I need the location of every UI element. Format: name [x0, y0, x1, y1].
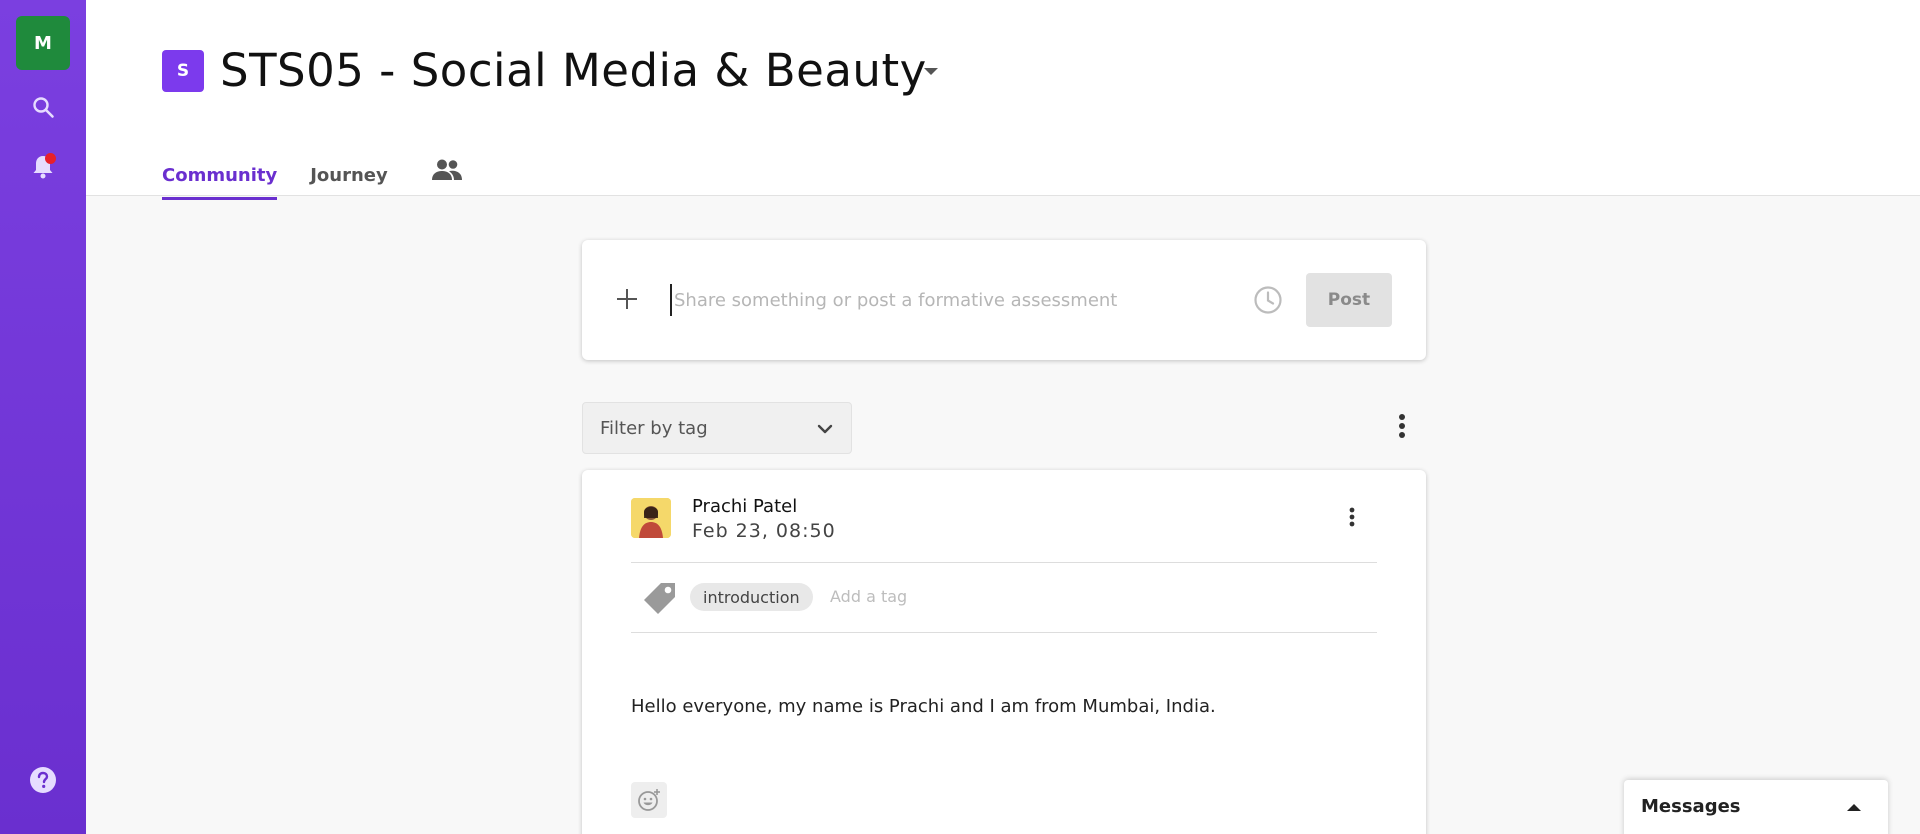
plus-icon[interactable] — [612, 284, 642, 314]
bell-icon[interactable] — [26, 150, 60, 184]
people-icon[interactable] — [431, 158, 463, 200]
sidebar: M — [0, 0, 86, 834]
add-tag-input[interactable] — [830, 587, 1010, 606]
divider — [631, 562, 1377, 563]
help-icon[interactable] — [29, 766, 57, 794]
tag-chip[interactable]: introduction — [690, 583, 813, 611]
post-card: Prachi Patel Feb 23, 08:50 introduction … — [582, 470, 1426, 834]
messages-label: Messages — [1641, 796, 1741, 817]
chevron-down-icon — [815, 419, 835, 443]
post-body: Hello everyone, my name is Prachi and I … — [631, 696, 1216, 717]
more-options-icon[interactable] — [1386, 410, 1418, 442]
page-title[interactable]: STS05 - Social Media & Beauty — [220, 44, 927, 97]
clock-icon[interactable] — [1252, 284, 1284, 316]
divider — [631, 632, 1377, 633]
tab-bar: Community Journey — [162, 158, 463, 200]
user-avatar[interactable]: M — [16, 16, 70, 70]
avatar[interactable] — [631, 498, 671, 538]
course-header: S STS05 - Social Media & Beauty Communit… — [86, 0, 1920, 200]
tag-icon — [642, 580, 678, 616]
chevron-down-icon[interactable] — [924, 68, 938, 75]
search-icon[interactable] — [26, 90, 60, 124]
post-more-options-icon[interactable] — [1340, 500, 1364, 534]
post-author[interactable]: Prachi Patel — [692, 496, 797, 517]
post-date: Feb 23, 08:50 — [692, 520, 836, 542]
add-reaction-icon[interactable] — [631, 782, 667, 818]
course-badge: S — [162, 50, 204, 92]
filter-by-tag-dropdown[interactable]: Filter by tag — [582, 402, 852, 454]
tab-journey[interactable]: Journey — [310, 165, 388, 200]
filter-label: Filter by tag — [600, 418, 708, 439]
post-composer: Post — [582, 240, 1426, 360]
share-input[interactable] — [670, 284, 1230, 316]
notification-dot — [45, 153, 56, 164]
tab-community[interactable]: Community — [162, 165, 278, 200]
post-button[interactable]: Post — [1306, 273, 1392, 327]
chevron-up-icon — [1847, 804, 1861, 811]
messages-panel[interactable]: Messages — [1624, 780, 1888, 834]
